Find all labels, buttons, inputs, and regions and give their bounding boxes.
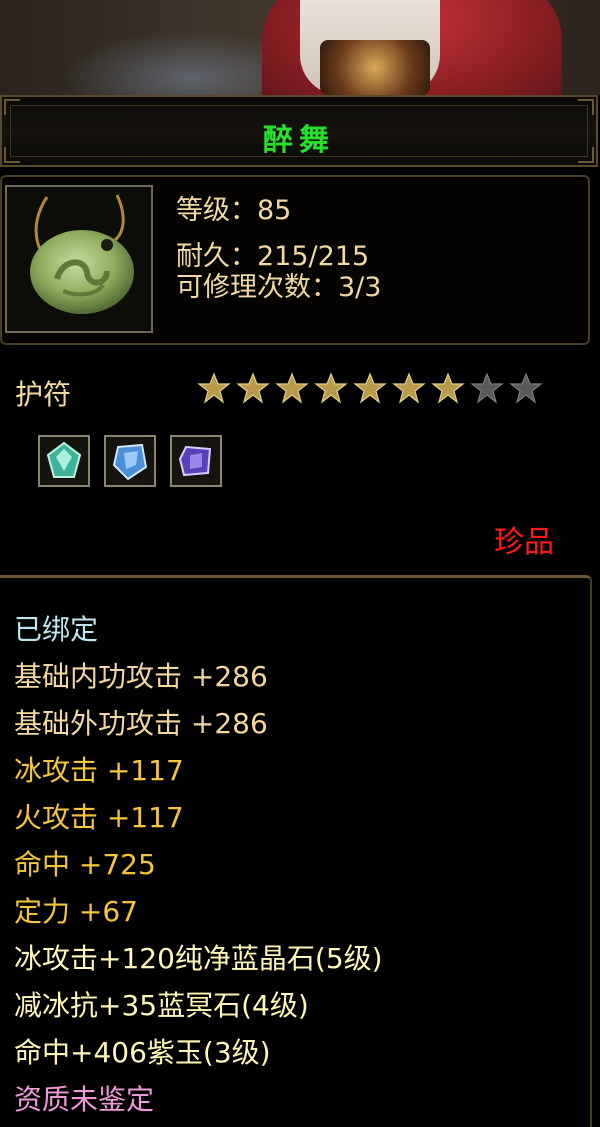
attribute-line: 定力 +67: [14, 895, 138, 928]
item-tooltip: 醉舞 等级：85 耐久：215/215 可修理次数：3/3 护符 珍品 已绑定 …: [0, 95, 600, 1127]
star-empty-icon: [509, 372, 543, 404]
blue-crystal-gem-icon[interactable]: [104, 435, 156, 487]
star-filled-icon: [275, 372, 309, 404]
star-filled-icon: [431, 372, 465, 404]
attribute-line: 冰攻击 +117: [14, 754, 184, 787]
item-type: 护符: [15, 378, 72, 411]
attribute-line: 基础内功攻击 +286: [14, 660, 268, 693]
attribute-line: 基础外功攻击 +286: [14, 707, 268, 740]
attributes-box: 已绑定基础内功攻击 +286 基础外功攻击 +286 冰攻击 +117 火攻击 +11…: [0, 575, 592, 1127]
star-filled-icon: [197, 372, 231, 404]
star-filled-icon: [392, 372, 426, 404]
item-level: 等级：85: [176, 195, 292, 226]
character-sash: [320, 40, 430, 95]
item-repair-count: 可修理次数：3/3: [176, 272, 382, 303]
item-name: 醉舞: [263, 123, 335, 158]
star-filled-icon: [353, 372, 387, 404]
star-filled-icon: [236, 372, 270, 404]
attribute-line: 已绑定: [14, 613, 99, 646]
jade-pendant-icon: [5, 185, 153, 333]
attribute-line: 火攻击 +117: [14, 801, 184, 834]
attribute-line: 减冰抗+35蓝冥石(4级): [14, 989, 309, 1022]
purple-jade-gem-icon[interactable]: [170, 435, 222, 487]
attribute-line: 冰攻击+120纯净蓝晶石(5级): [14, 942, 383, 975]
rarity-label: 珍品: [494, 525, 554, 560]
attribute-line: 命中+406紫玉(3级): [14, 1036, 271, 1069]
attribute-line: 命中 +725: [14, 848, 156, 881]
item-title-bar: 醉舞: [0, 95, 598, 167]
green-crystal-gem-icon[interactable]: [38, 435, 90, 487]
attribute-line: 资质未鉴定: [14, 1083, 155, 1116]
background-glow: [60, 30, 280, 95]
socketed-gems: [38, 435, 222, 487]
character-art: [0, 0, 600, 95]
star-filled-icon: [314, 372, 348, 404]
star-empty-icon: [470, 372, 504, 404]
enhancement-stars: [196, 371, 544, 407]
